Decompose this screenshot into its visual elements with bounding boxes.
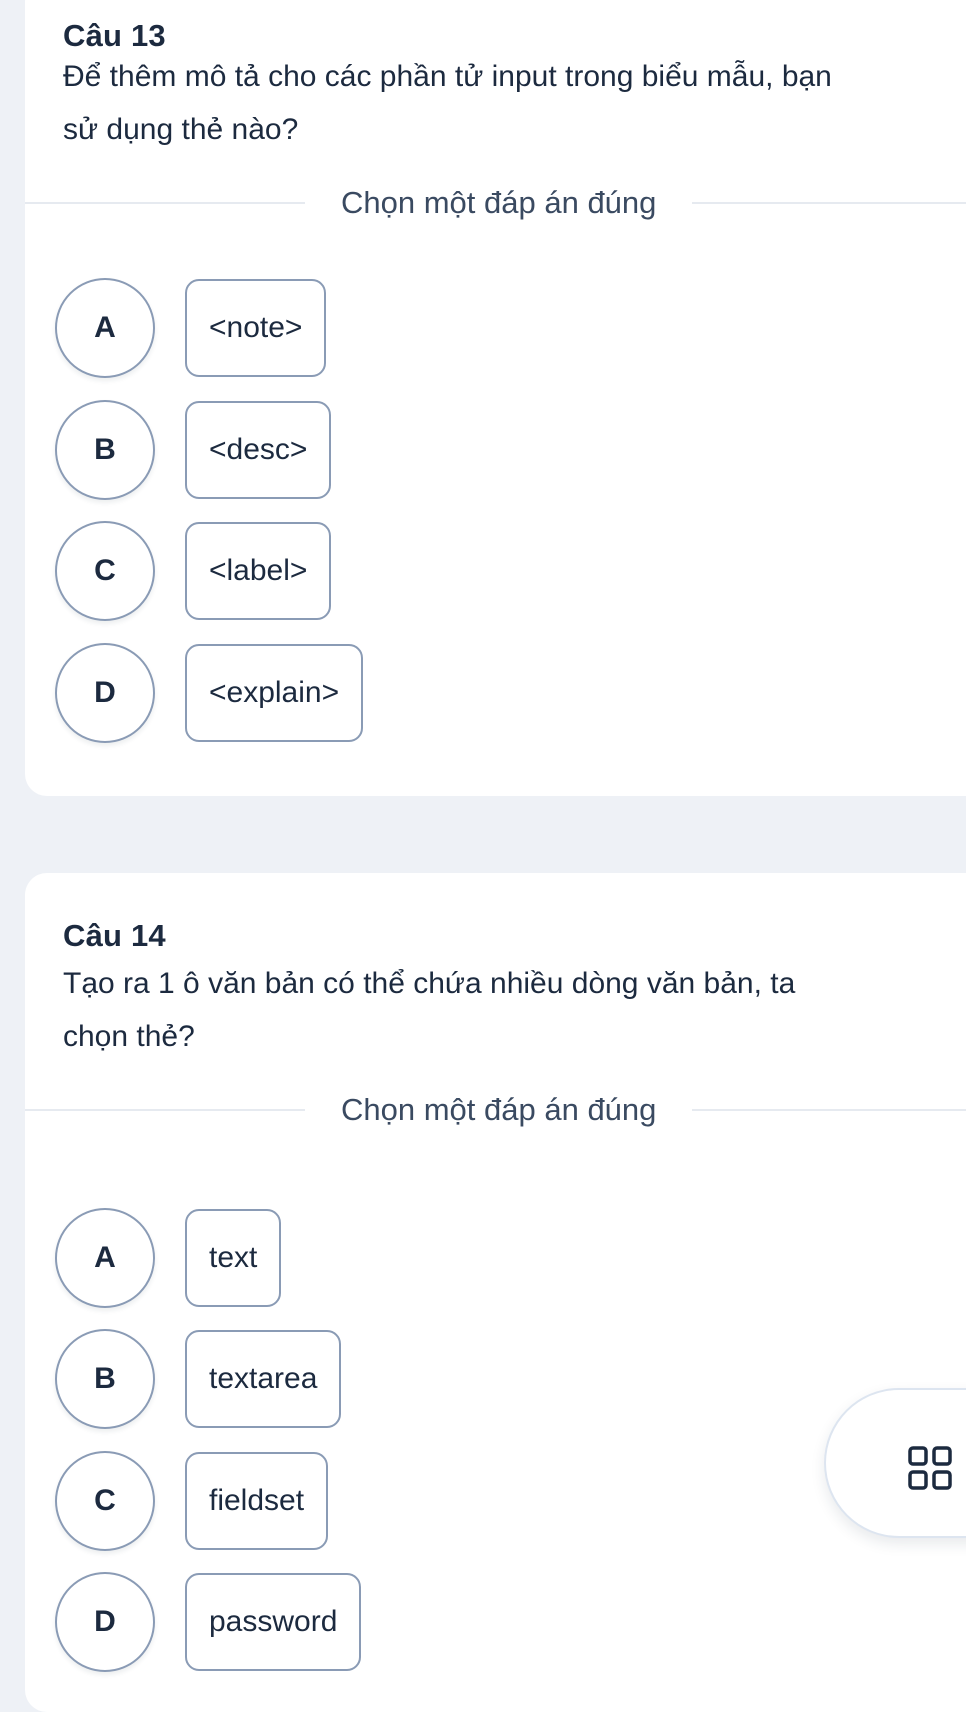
option-c[interactable]: C fieldset [55,1451,329,1551]
option-letter[interactable]: A [55,278,155,378]
question-text-line-1: Để thêm mô tả cho các phần tử input tron… [63,60,832,93]
question-text-line-2: sử dụng thẻ nào? [63,113,299,146]
instruction-divider: Chọn một đáp án đúng [25,1090,966,1130]
question-text-line-2: chọn thẻ? [63,1020,195,1053]
question-card-14: Câu 14 Tạo ra 1 ô văn bản có thể chứa nh… [25,873,966,1712]
divider-line-right [692,1109,966,1111]
question-card-13: Câu 13 Để thêm mô tả cho các phần tử inp… [25,0,966,796]
option-text[interactable]: textarea [185,1330,342,1428]
option-text[interactable]: <label> [185,522,332,620]
option-letter[interactable]: B [55,1329,155,1429]
option-text[interactable]: password [185,1573,362,1671]
divider-line-right [692,202,966,204]
grid-icon [908,1446,952,1490]
option-letter[interactable]: D [55,1572,155,1672]
question-text-line-1: Tạo ra 1 ô văn bản có thể chứa nhiều dòn… [63,967,796,1000]
divider-line-left [25,202,305,204]
option-b[interactable]: B textarea [55,1329,342,1429]
question-title: Câu 14 [63,918,166,953]
option-d[interactable]: D <explain> [55,643,364,743]
option-text[interactable]: <explain> [185,644,364,742]
option-letter[interactable]: C [55,521,155,621]
option-text[interactable]: text [185,1209,282,1307]
option-b[interactable]: B <desc> [55,400,332,500]
question-grid-button[interactable] [824,1388,966,1538]
option-letter[interactable]: D [55,643,155,743]
instruction-label: Chọn một đáp án đúng [341,1092,657,1127]
instruction-label: Chọn một đáp án đúng [341,185,657,220]
option-c[interactable]: C <label> [55,521,332,621]
option-d[interactable]: D password [55,1572,362,1672]
option-text[interactable]: fieldset [185,1452,329,1550]
option-text[interactable]: <desc> [185,401,332,499]
option-letter[interactable]: C [55,1451,155,1551]
option-a[interactable]: A <note> [55,278,327,378]
option-letter[interactable]: B [55,400,155,500]
option-text[interactable]: <note> [185,279,327,377]
option-letter[interactable]: A [55,1208,155,1308]
option-a[interactable]: A text [55,1208,282,1308]
divider-line-left [25,1109,305,1111]
instruction-divider: Chọn một đáp án đúng [25,183,966,223]
